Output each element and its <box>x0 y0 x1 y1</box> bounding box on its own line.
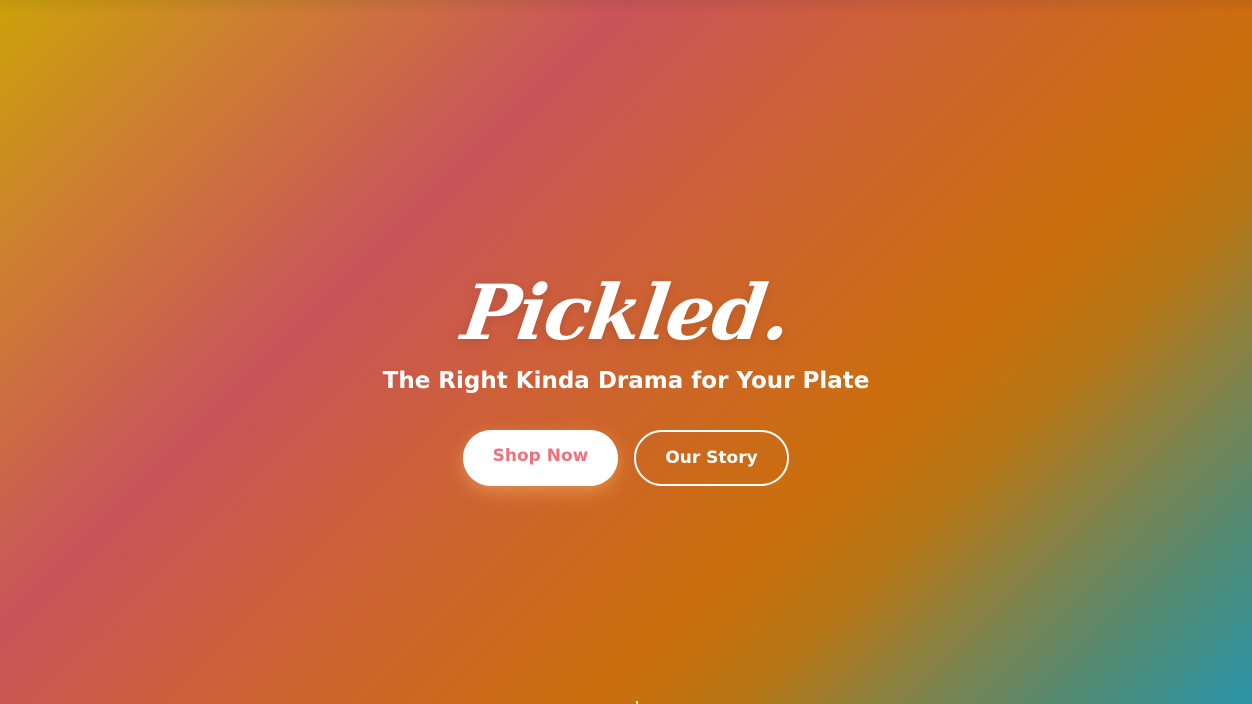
our-story-button[interactable]: Our Story <box>634 430 789 486</box>
top-shade <box>0 0 1252 14</box>
hero-section: Pickled. The Right Kinda Drama for Your … <box>0 0 1252 704</box>
shop-now-label: Shop Now <box>492 446 589 466</box>
our-story-label: Our Story <box>665 448 758 468</box>
brand-logo: Pickled. <box>456 268 796 357</box>
hero-content: Pickled. The Right Kinda Drama for Your … <box>0 268 1252 486</box>
shop-now-button[interactable]: Shop Now <box>463 430 618 486</box>
hero-actions: Shop Now Our Story <box>0 430 1252 486</box>
hero-tagline: The Right Kinda Drama for Your Plate <box>382 368 870 394</box>
